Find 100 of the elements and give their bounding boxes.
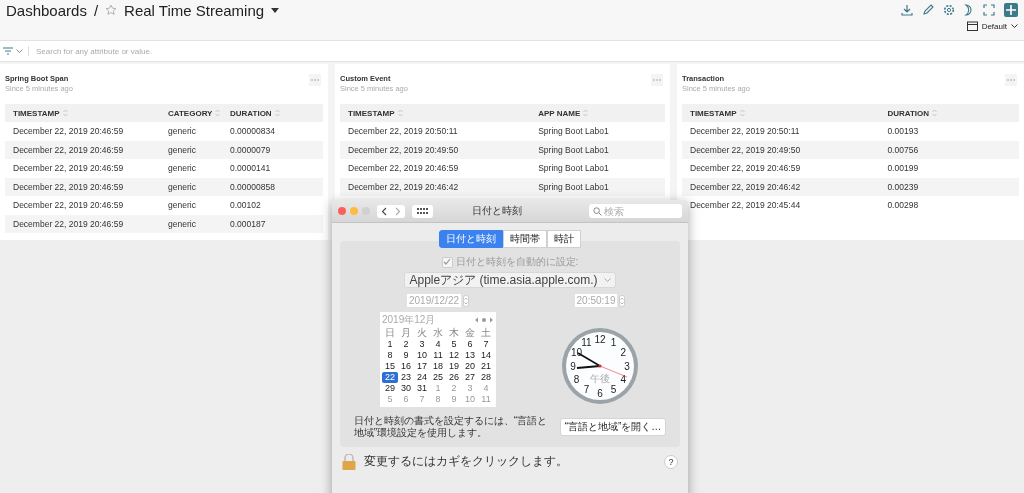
column-header[interactable]: TIMESTAMP [13,108,60,118]
tab[interactable]: 時計 [547,230,581,248]
table-cell-text: generic [168,126,197,137]
more-button[interactable] [309,74,321,86]
caret-icon[interactable] [271,7,280,13]
column-header[interactable]: DURATION [887,108,929,118]
plus-icon [1006,5,1016,15]
table-cell-text: 0.00193 [887,126,920,137]
calendar-day[interactable]: 27 [462,372,478,383]
sort-icon[interactable] [215,109,221,117]
search-icon [593,207,602,216]
weekday-label: 火 [416,327,428,339]
table-cell-text: December 22, 2019 20:46:59 [13,144,125,155]
view-selector[interactable]: Default [981,21,1007,31]
settings-icon[interactable] [943,4,955,16]
sort-icon[interactable] [583,109,589,117]
sort-icon[interactable] [62,109,68,117]
calendar-day[interactable]: 1 [382,339,398,350]
calendar-day[interactable]: 24 [414,372,430,383]
table-cell-text: December 22, 2019 20:46:42 [348,181,460,192]
calendar-day[interactable]: 19 [446,361,462,372]
calendar-day[interactable]: 10 [414,350,430,361]
window-control-icon[interactable] [350,207,358,215]
moon-icon[interactable] [964,4,974,16]
filter-icon[interactable] [3,47,13,55]
calendar-day[interactable]: 12 [446,350,462,361]
search-field[interactable]: 検索 [589,204,682,218]
calendar-day[interactable]: 31 [414,383,430,394]
weekday-label: 水 [432,327,444,339]
download-icon[interactable] [901,4,913,16]
calendar-day[interactable]: 21 [478,361,494,372]
table-cell-text: generic [168,163,197,174]
sort-icon[interactable] [739,109,745,117]
show-all-button[interactable] [412,204,433,218]
table-cell-text: December 22, 2019 20:49:50 [690,144,802,155]
table-cell-text: December 22, 2019 20:46:59 [13,218,125,229]
column-header[interactable]: CATEGORY [168,108,213,118]
calendar-day[interactable]: 11 [430,350,446,361]
calendar-day[interactable]: 16 [398,361,414,372]
calendar-day[interactable]: 26 [446,372,462,383]
calendar-day[interactable]: 2 [398,339,414,350]
pencil-icon[interactable] [922,4,934,16]
table-cell-text: Spring Boot Labo1 [538,163,610,174]
more-button[interactable] [651,74,663,86]
window-title: 日付と時刻 [471,204,523,218]
calendar-month: 2019年12月 [382,313,436,327]
breadcrumb-separator: / [93,1,99,19]
calendar-day[interactable]: 29 [382,383,398,394]
calendar-day[interactable]: 14 [478,350,494,361]
lock-icon[interactable] [342,453,356,470]
sort-icon[interactable] [932,109,937,117]
calendar-day[interactable]: 9 [398,350,414,361]
calendar-day[interactable]: 7 [478,339,494,350]
stepper-icon[interactable] [619,294,626,307]
open-language-region-button[interactable]: “言語と地域”を開く… [559,418,667,436]
chevron-down-icon[interactable] [1011,23,1018,29]
help-button[interactable]: ? [664,454,678,469]
fullscreen-icon[interactable] [983,4,995,16]
column-header[interactable]: TIMESTAMP [690,108,737,118]
calendar-day[interactable]: 6 [462,339,478,350]
stepper-icon[interactable] [463,294,470,307]
calendar-day[interactable]: 15 [382,361,398,372]
calendar-day[interactable]: 20 [462,361,478,372]
month-navigation-icon[interactable] [474,317,494,323]
window-control-icon[interactable] [338,207,346,215]
calendar-day[interactable]: 17 [414,361,430,372]
calendar-day[interactable]: 8 [382,350,398,361]
more-button[interactable] [1005,74,1017,86]
table-cell-text: generic [168,181,197,192]
sort-icon[interactable] [397,109,403,117]
column-header[interactable]: APP NAME [538,108,581,118]
calendar-day[interactable]: 18 [430,361,446,372]
search-field[interactable]: Search for any attribute or value. [34,45,338,57]
back-icon[interactable] [380,206,389,216]
calendar-day[interactable]: 23 [398,372,414,383]
tab[interactable]: 日付と時刻 [439,230,503,248]
calendar-day[interactable]: 30 [398,383,414,394]
calendar-day[interactable]: 13 [462,350,478,361]
calendar-day[interactable]: 22 [382,372,398,383]
lock-note: 変更するにはカギをクリックします。 [364,453,568,470]
weekday-label: 日 [384,327,396,339]
column-header[interactable]: DURATION [230,108,272,118]
table-cell-text: generic [168,200,197,211]
calendar-day[interactable]: 28 [478,372,494,383]
star-icon[interactable] [105,4,118,16]
column-header[interactable]: TIMESTAMP [348,108,395,118]
sort-icon[interactable] [274,109,280,117]
table-cell-text: December 22, 2019 20:49:50 [348,144,460,155]
calendar-day[interactable]: 4 [430,339,446,350]
table-cell-text: generic [168,218,197,229]
calendar-day[interactable]: 25 [430,372,446,383]
tab[interactable]: 時間帯 [503,230,547,248]
breadcrumb-link[interactable]: Dashboards [6,1,87,19]
calendar-day[interactable]: 3 [414,339,430,350]
table-cell-text: Spring Boot Labo1 [538,144,610,155]
calendar-day[interactable]: 5 [446,339,462,350]
weekday-label: 木 [448,327,460,339]
add-button[interactable] [1004,3,1018,17]
table-cell-text: December 22, 2019 20:50:11 [348,126,459,137]
weekday-label: 土 [480,327,492,339]
